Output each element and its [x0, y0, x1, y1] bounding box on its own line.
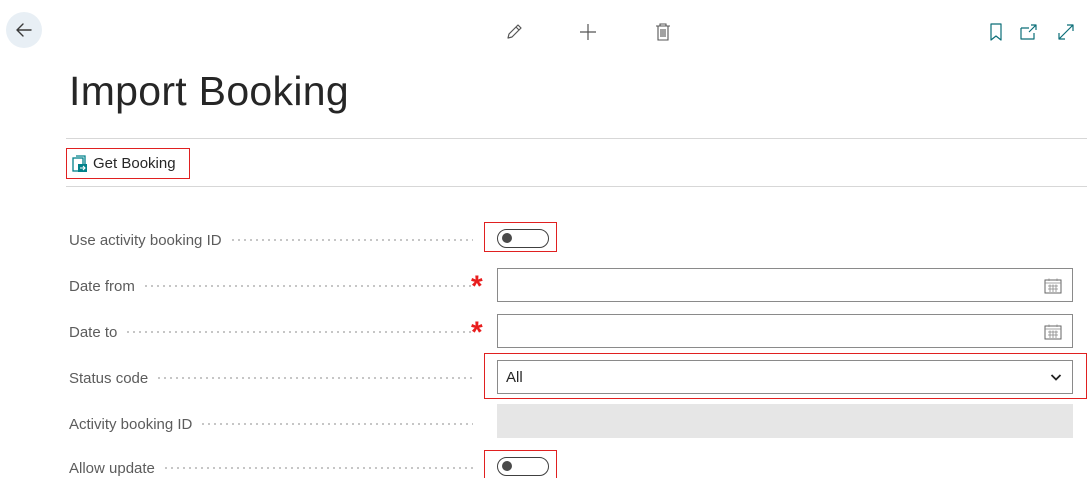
- page-title: Import Booking: [69, 68, 349, 114]
- back-button[interactable]: [6, 12, 42, 48]
- edit-icon: [507, 24, 522, 39]
- open-in-new-window-button[interactable]: [1016, 19, 1042, 45]
- activity-booking-id-label-text: Activity booking ID: [69, 415, 193, 433]
- date-to-required-marker: *: [471, 316, 483, 349]
- delete-button[interactable]: [650, 19, 676, 45]
- open-in-new-icon: [1020, 24, 1037, 40]
- calendar-icon[interactable]: [1044, 278, 1062, 294]
- expand-icon: [1058, 24, 1074, 40]
- label-leader-dots: [156, 377, 473, 379]
- action-bar-divider: [66, 186, 1087, 187]
- calendar-icon[interactable]: [1044, 324, 1062, 340]
- allow-update-highlight: [484, 450, 557, 478]
- date-from-label: Date from: [69, 276, 477, 296]
- new-button[interactable]: [575, 19, 601, 45]
- activity-booking-id-input: [497, 404, 1073, 438]
- use-activity-booking-id-label: Use activity booking ID: [69, 230, 477, 250]
- status-code-label-text: Status code: [69, 369, 149, 387]
- date-to-label-text: Date to: [69, 323, 118, 341]
- label-leader-dots: [125, 331, 473, 333]
- get-booking-button[interactable]: Get Booking: [66, 148, 190, 179]
- edit-button[interactable]: [501, 19, 527, 45]
- toggle-knob: [502, 233, 512, 243]
- bookmark-button[interactable]: [983, 19, 1009, 45]
- chevron-down-icon: [1050, 374, 1062, 381]
- date-from-label-text: Date from: [69, 277, 135, 295]
- use-activity-booking-id-label-text: Use activity booking ID: [69, 231, 222, 249]
- label-leader-dots: [229, 239, 473, 241]
- date-to-label: Date to: [69, 322, 477, 342]
- use-activity-booking-id-highlight: [484, 222, 557, 252]
- allow-update-label: Allow update: [69, 458, 477, 478]
- status-code-label: Status code: [69, 368, 477, 388]
- toggle-knob: [502, 461, 512, 471]
- label-leader-dots: [200, 423, 473, 425]
- status-code-highlight: All: [484, 353, 1087, 399]
- label-leader-dots: [162, 467, 473, 469]
- trash-icon: [656, 23, 670, 41]
- allow-update-toggle[interactable]: [497, 457, 549, 476]
- title-divider: [66, 138, 1087, 139]
- back-arrow-icon: [16, 23, 32, 37]
- plus-icon: [580, 24, 596, 40]
- activity-booking-id-label: Activity booking ID: [69, 414, 477, 434]
- allow-update-label-text: Allow update: [69, 459, 155, 477]
- date-to-input[interactable]: [497, 314, 1073, 348]
- get-booking-label: Get Booking: [93, 155, 176, 172]
- expand-button[interactable]: [1053, 19, 1079, 45]
- label-leader-dots: [142, 285, 473, 287]
- bookmark-icon: [990, 23, 1002, 41]
- date-from-input[interactable]: [497, 268, 1073, 302]
- get-booking-icon: [72, 154, 87, 172]
- status-code-select[interactable]: All: [497, 360, 1073, 394]
- status-code-value: All: [506, 368, 523, 386]
- use-activity-booking-id-toggle[interactable]: [497, 229, 549, 248]
- date-from-required-marker: *: [471, 270, 483, 303]
